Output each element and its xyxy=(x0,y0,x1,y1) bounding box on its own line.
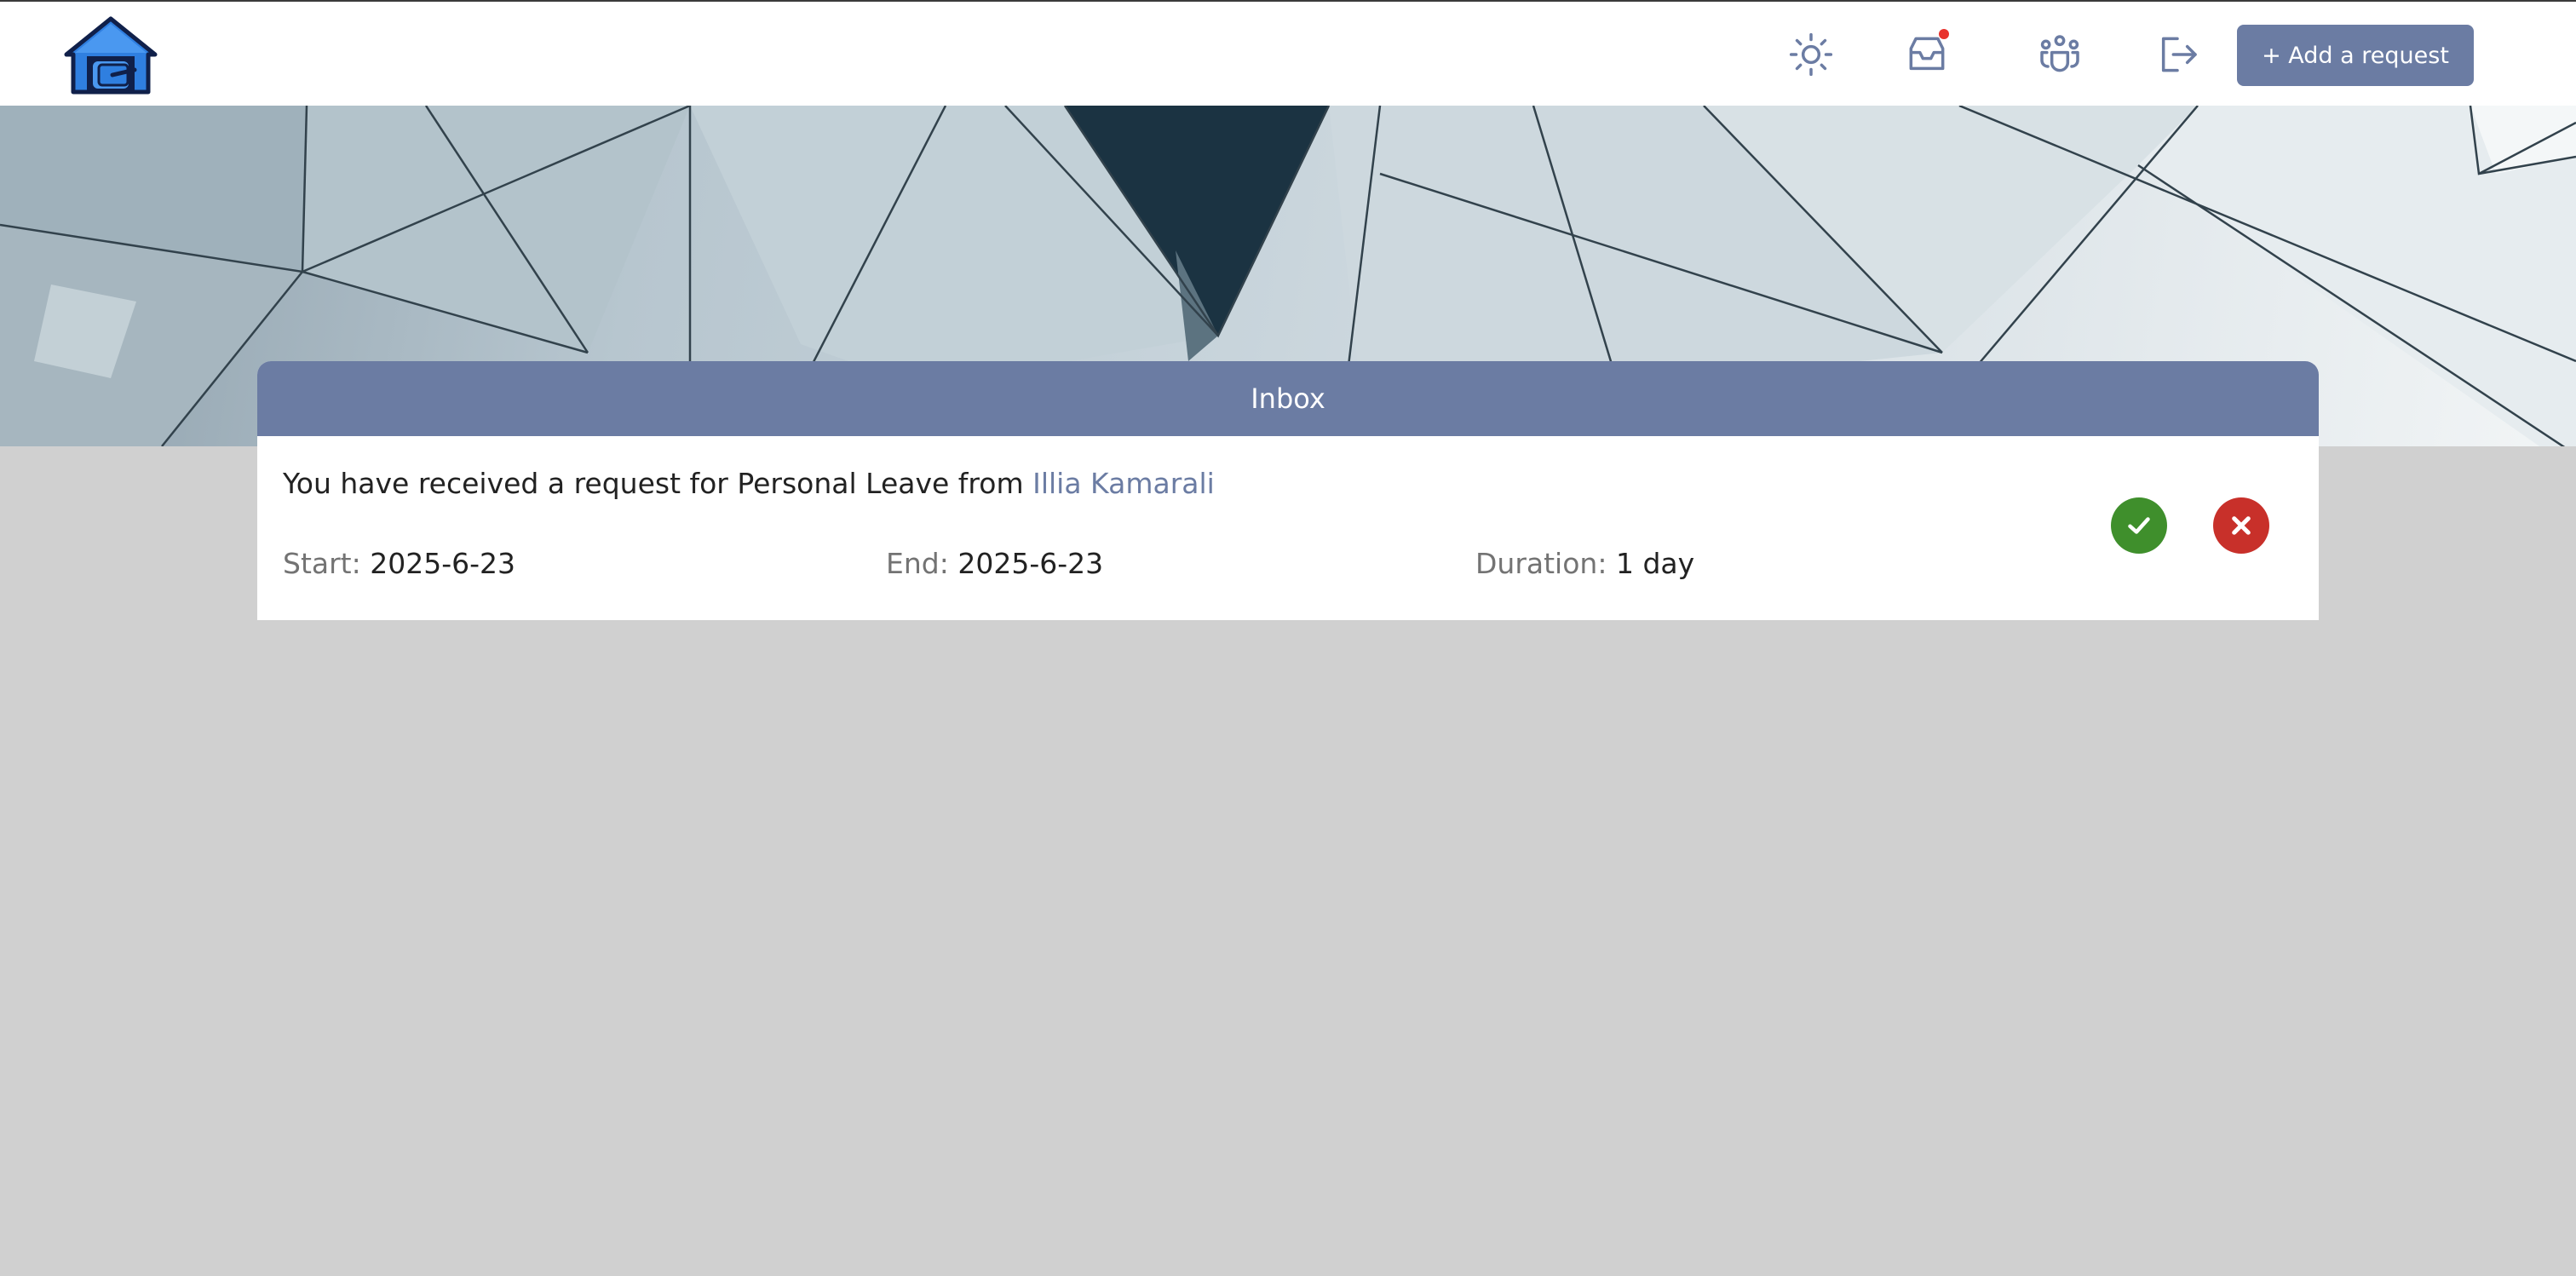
duration: Duration: 1 day xyxy=(1475,547,1694,580)
duration-label: Duration: xyxy=(1475,547,1607,580)
request-message-text: You have received a request for Personal… xyxy=(283,467,1024,500)
end-label: End: xyxy=(886,547,949,580)
start-value: 2025-6-23 xyxy=(370,547,516,580)
logout-icon[interactable] xyxy=(2150,27,2205,82)
top-navigation-bar: + Add a request xyxy=(0,0,2576,106)
close-icon xyxy=(2232,516,2251,535)
start-date: Start: 2025-6-23 xyxy=(283,547,515,580)
check-icon xyxy=(2128,517,2150,534)
approve-button[interactable] xyxy=(2111,497,2167,554)
inbox-card: Inbox You have received a request for Pe… xyxy=(257,361,2319,620)
end-value: 2025-6-23 xyxy=(957,547,1104,580)
duration-value: 1 day xyxy=(1615,547,1695,580)
end-date: End: 2025-6-23 xyxy=(886,547,1103,580)
inbox-icon[interactable] xyxy=(1900,27,1954,82)
inbox-title: Inbox xyxy=(257,361,2319,436)
notification-dot xyxy=(1939,29,1949,39)
add-request-button[interactable]: + Add a request xyxy=(2237,25,2474,86)
sun-icon[interactable] xyxy=(1784,27,1838,82)
reject-button[interactable] xyxy=(2213,497,2269,554)
team-icon[interactable] xyxy=(2033,27,2087,82)
requester-name-link[interactable]: Illia Kamarali xyxy=(1032,467,1215,500)
start-label: Start: xyxy=(283,547,361,580)
request-message: You have received a request for Personal… xyxy=(283,467,1215,500)
house-logo-icon[interactable] xyxy=(61,15,160,95)
